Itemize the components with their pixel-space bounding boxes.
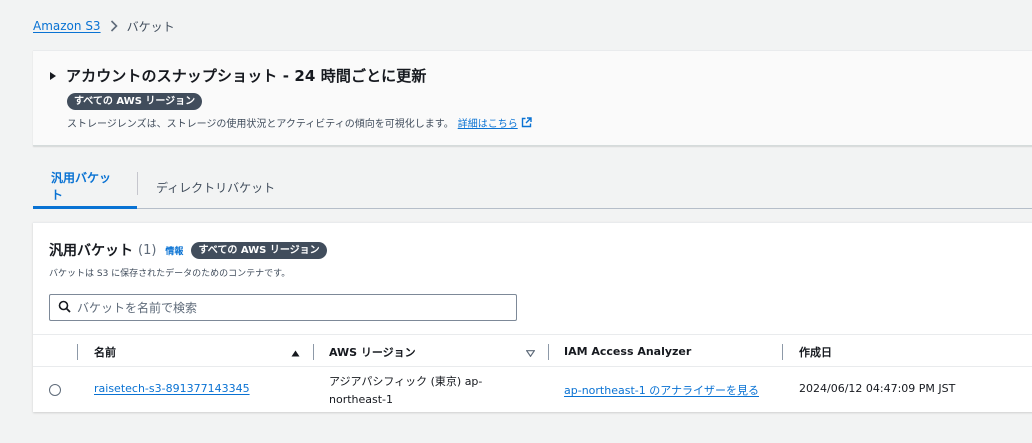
all-regions-badge: すべての AWS リージョン: [67, 93, 203, 110]
external-link-icon[interactable]: [521, 117, 532, 128]
sort-ascending-icon[interactable]: [291, 347, 300, 360]
panel-title: 汎用バケット: [49, 243, 133, 259]
column-header-region[interactable]: AWS リージョン: [329, 335, 416, 368]
column-divider: [313, 344, 314, 360]
row-select-radio[interactable]: [49, 384, 61, 396]
breadcrumb-amazon-s3-link[interactable]: Amazon S3: [33, 19, 101, 33]
snapshot-description: ストレージレンズは、ストレージの使用状況とアクティビティの傾向を可視化します。: [67, 119, 454, 130]
column-header-iam-access-analyzer[interactable]: IAM Access Analyzer: [564, 335, 691, 368]
table-row[interactable]: raisetech-s3-891377143345 アジアパシフィック (東京)…: [33, 367, 1032, 413]
tab-directory-buckets[interactable]: ディレクトリバケット: [138, 166, 293, 208]
bucket-search-box[interactable]: [49, 294, 517, 321]
column-divider: [782, 344, 783, 360]
caret-right-icon: [50, 71, 56, 80]
bucket-type-tabs: 汎用バケット ディレクトリバケット: [33, 166, 1032, 209]
bucket-count: (1): [138, 242, 157, 258]
account-snapshot-panel: アカウントのスナップショット - 24 時間ごとに更新 すべての AWS リージ…: [33, 50, 1032, 146]
column-header-created[interactable]: 作成日: [799, 335, 832, 368]
creation-date: 2024/06/12 04:47:09 PM JST: [799, 382, 956, 395]
region-text-line2: northeast-1: [329, 393, 394, 406]
table-header: 名前 AWS リージョン IAM Access Analyzer 作成日: [33, 334, 1032, 367]
region-text-line1: アジアパシフィック (東京) ap-: [329, 375, 483, 388]
panel-header: 汎用バケット (1) 情報 すべての AWS リージョン: [49, 240, 327, 260]
search-icon: [58, 298, 71, 317]
all-regions-badge: すべての AWS リージョン: [191, 241, 327, 259]
column-divider: [548, 344, 549, 360]
view-analyzer-link[interactable]: ap-northeast-1 のアナライザーを見る: [564, 382, 759, 398]
snapshot-description-row: ストレージレンズは、ストレージの使用状況とアクティビティの傾向を可視化します。 …: [67, 115, 532, 130]
learn-more-link[interactable]: 詳細はこちら: [458, 115, 518, 130]
chevron-right-icon: [110, 20, 118, 32]
search-input[interactable]: [77, 300, 497, 315]
sort-descending-icon[interactable]: [525, 347, 536, 360]
column-header-name[interactable]: 名前: [94, 335, 116, 368]
bucket-name-link[interactable]: raisetech-s3-891377143345: [94, 382, 250, 395]
buckets-table: 名前 AWS リージョン IAM Access Analyzer 作成日 rai…: [33, 334, 1032, 413]
tab-general-purpose-buckets[interactable]: 汎用バケット: [33, 166, 137, 209]
column-divider: [77, 344, 78, 360]
breadcrumb: Amazon S3 バケット: [33, 17, 175, 35]
breadcrumb-current: バケット: [126, 19, 175, 34]
panel-description: バケットは S3 に保存されたデータのためのコンテナです。: [49, 269, 291, 279]
info-link[interactable]: 情報: [165, 244, 183, 257]
snapshot-title: アカウントのスナップショット - 24 時間ごとに更新: [66, 67, 427, 85]
snapshot-expand-toggle[interactable]: アカウントのスナップショット - 24 時間ごとに更新: [50, 65, 426, 86]
general-purpose-buckets-panel: 汎用バケット (1) 情報 すべての AWS リージョン バケットは S3 に保…: [33, 222, 1032, 412]
